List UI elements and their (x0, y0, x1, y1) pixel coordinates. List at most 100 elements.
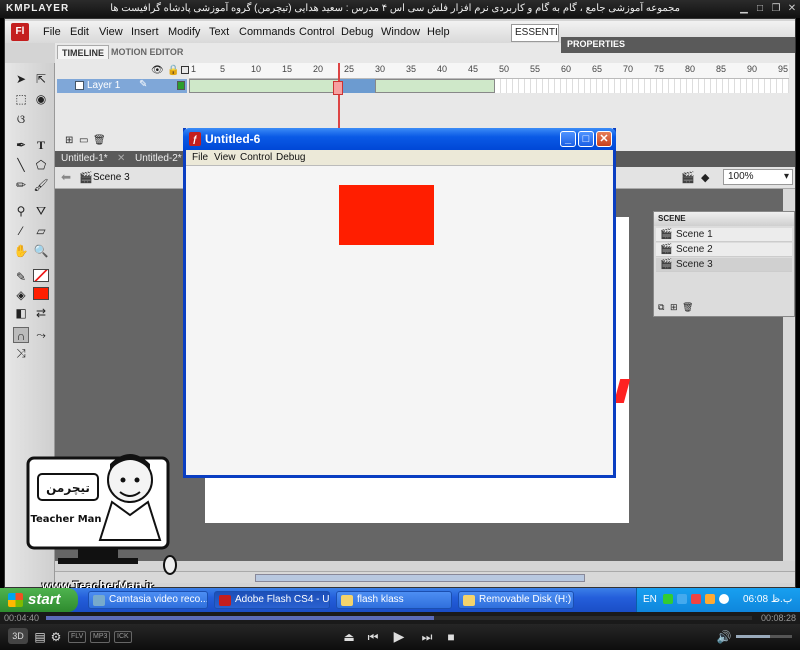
pen-tool-icon[interactable]: ✒ (13, 137, 29, 153)
free-transform-icon[interactable]: ⬚ (13, 91, 29, 107)
black-white-icon[interactable]: ◧ (13, 305, 29, 321)
tray-antivirus-icon[interactable] (705, 594, 715, 604)
tray-clock-icon[interactable] (719, 594, 729, 604)
brush-tool-icon[interactable]: 🖌 (33, 177, 49, 193)
edit-scene-icon[interactable]: 🎬 (681, 171, 695, 184)
seek-bar[interactable] (46, 616, 752, 620)
zoom-select[interactable]: 100% ▾ (723, 169, 793, 185)
minimize-icon[interactable]: ▁ (738, 3, 750, 15)
scene-item-3[interactable]: 🎬 Scene 3 (656, 258, 792, 272)
close-icon[interactable]: ✕ (786, 3, 798, 15)
tray-network-icon[interactable] (677, 594, 687, 604)
menu-control[interactable]: Control (299, 26, 334, 38)
polystar-tool-icon[interactable]: ⬠ (33, 157, 49, 173)
badge-mp3[interactable]: MP3 (90, 631, 111, 643)
menu-window[interactable]: Window (381, 26, 420, 38)
menu-help[interactable]: Help (427, 26, 450, 38)
eyedropper-icon[interactable]: ⁄ (13, 223, 29, 239)
add-scene-icon[interactable]: ⊞ (670, 302, 678, 313)
stroke-color-icon[interactable]: ✎ (13, 269, 29, 285)
taskbar-camtasia[interactable]: Camtasia video reco... (88, 591, 208, 609)
menu-view[interactable]: View (99, 26, 123, 38)
subselection-tool-icon[interactable]: ⇱ (33, 71, 49, 87)
doc-tab-untitled-2[interactable]: Untitled-2* (135, 153, 182, 164)
settings-icon[interactable]: ⚙ (48, 630, 64, 644)
pencil-tool-icon[interactable]: ✏ (13, 177, 29, 193)
swf-menu-debug[interactable]: Debug (276, 152, 305, 163)
menu-file[interactable]: File (43, 26, 61, 38)
tray-security-icon[interactable] (691, 594, 701, 604)
menu-debug[interactable]: Debug (341, 26, 373, 38)
fill-color-icon[interactable]: ◈ (13, 287, 29, 303)
playhead[interactable] (333, 81, 343, 95)
outline-icon[interactable] (181, 66, 189, 74)
text-tool-icon[interactable]: T (33, 137, 49, 153)
tween-span[interactable] (375, 79, 495, 93)
maximize-button[interactable]: □ (578, 131, 594, 147)
delete-scene-icon[interactable]: 🗑 (682, 302, 693, 313)
play-icon[interactable]: ▶ (391, 628, 407, 645)
lock-icon[interactable]: 🔒 (167, 65, 179, 76)
taskbar-flash[interactable]: Adobe Flash CS4 - Un... (214, 591, 330, 609)
badge-ick[interactable]: ICK (114, 631, 132, 643)
system-clock[interactable]: 06:08 ب.ظ (743, 594, 792, 605)
start-button[interactable]: start (0, 588, 78, 612)
hand-tool-icon[interactable]: ✋ (13, 243, 29, 259)
workspace-switcher[interactable]: ESSENTIALS (511, 24, 559, 42)
menu-insert[interactable]: Insert (131, 26, 159, 38)
menu-commands[interactable]: Commands (239, 26, 295, 38)
swf-menu-file[interactable]: File (192, 152, 208, 163)
straighten-icon[interactable]: ⤨ (13, 345, 29, 361)
swap-colors-icon[interactable]: ⇄ (33, 305, 49, 321)
new-folder-icon[interactable]: ▭ (79, 135, 88, 146)
tab-timeline[interactable]: TIMELINE (57, 45, 109, 59)
selected-frames[interactable] (339, 79, 375, 93)
next-icon[interactable]: ⏭ (419, 630, 435, 645)
new-layer-icon[interactable]: ⊞ (65, 135, 73, 146)
snap-magnet-icon[interactable]: ∩ (13, 327, 29, 343)
volume-slider[interactable] (736, 635, 792, 638)
close-button[interactable]: ✕ (596, 131, 612, 147)
smooth-icon[interactable]: ⤳ (33, 327, 49, 343)
duplicate-scene-icon[interactable]: ⧉ (658, 302, 664, 313)
taskbar-flash-klass[interactable]: flash klass (336, 591, 452, 609)
previous-icon[interactable]: ⏮ (365, 630, 381, 645)
scrollbar-thumb[interactable] (255, 574, 585, 582)
delete-layer-icon[interactable]: 🗑 (93, 135, 106, 146)
close-tab-icon[interactable]: ✕ (117, 153, 125, 164)
fill-color-swatch[interactable] (33, 287, 49, 300)
bone-tool-icon[interactable]: ⚲ (13, 203, 29, 219)
edit-symbol-icon[interactable]: ◆ (701, 171, 709, 184)
eject-icon[interactable]: ⏏ (341, 630, 357, 644)
swf-menu-view[interactable]: View (214, 152, 236, 163)
menu-icon[interactable]: ▤ (32, 630, 48, 644)
stroke-color-swatch[interactable] (33, 269, 49, 282)
eye-icon[interactable]: 👁 (151, 65, 164, 76)
volume-icon[interactable]: 🔊 (716, 630, 732, 644)
lasso-tool-icon[interactable]: ଓ (13, 111, 29, 127)
timeline-ruler[interactable]: 1 5 10 15 20 25 30 35 40 45 50 55 60 65 70 75 80 85 90 95 (189, 63, 789, 79)
frames-row[interactable] (189, 79, 789, 93)
layer-row[interactable]: Layer 1 ✎ (57, 79, 187, 93)
zoom-tool-icon[interactable]: 🔍 (33, 243, 49, 259)
taskbar-removable-disk[interactable]: Removable Disk (H:) (458, 591, 574, 609)
stop-icon[interactable]: ■ (443, 630, 459, 644)
test-movie-titlebar[interactable]: ƒ Untitled-6 _ □ ✕ (183, 128, 616, 150)
3d-rotation-icon[interactable]: ◉ (33, 91, 49, 107)
back-arrow-icon[interactable]: ⬅ (61, 170, 71, 184)
menu-text[interactable]: Text (209, 26, 229, 38)
tween-span[interactable] (189, 79, 339, 93)
scene-panel-title[interactable]: SCENE (654, 212, 794, 226)
menu-edit[interactable]: Edit (70, 26, 89, 38)
menu-modify[interactable]: Modify (168, 26, 200, 38)
maximize-icon[interactable]: □ (754, 3, 766, 15)
badge-flv[interactable]: FLV (68, 631, 87, 643)
restore-icon[interactable]: ❐ (770, 3, 782, 15)
paint-bucket-icon[interactable]: ⛛ (33, 203, 49, 219)
scene-item-1[interactable]: 🎬 Scene 1 (656, 228, 792, 242)
tab-motion-editor[interactable]: MOTION EDITOR (107, 45, 187, 59)
language-indicator[interactable]: EN (643, 594, 657, 605)
eraser-icon[interactable]: ▱ (33, 223, 49, 239)
minimize-button[interactable]: _ (560, 131, 576, 147)
doc-tab-untitled-1[interactable]: Untitled-1* (61, 153, 108, 164)
